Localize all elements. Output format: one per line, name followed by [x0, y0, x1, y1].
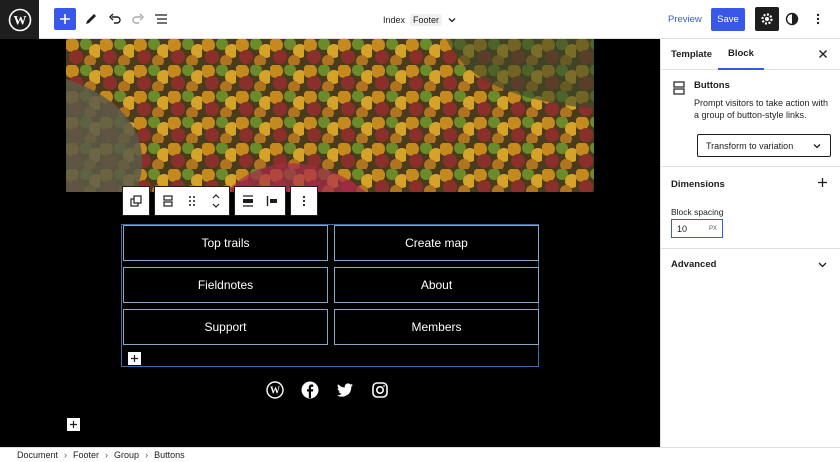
tools-button[interactable]	[80, 8, 102, 30]
more-vertical-icon[interactable]	[295, 192, 313, 210]
breadcrumb-buttons: Buttons	[154, 450, 185, 460]
facebook-icon[interactable]	[301, 381, 319, 399]
undo-icon	[109, 13, 121, 24]
site-button-top-trails[interactable]: Top trails	[123, 225, 328, 261]
spacing-unit[interactable]: PX	[709, 226, 717, 232]
breadcrumb-group[interactable]: Group	[114, 450, 139, 460]
site-button-support[interactable]: Support	[123, 309, 328, 345]
forest-image[interactable]	[66, 39, 594, 192]
svg-text:W: W	[270, 386, 280, 397]
breadcrumb-document[interactable]: Document	[17, 450, 58, 460]
chevron-down-icon	[813, 143, 821, 148]
advanced-toggle[interactable]	[817, 259, 828, 273]
justify-center-icon[interactable]	[239, 192, 257, 210]
block-alignment-group	[234, 186, 286, 216]
drag-handle-icon[interactable]	[183, 192, 201, 210]
divider	[661, 166, 840, 167]
chevron-down-icon	[448, 17, 456, 22]
wordpress-logo-icon[interactable]: W	[0, 0, 39, 39]
divider	[661, 248, 840, 249]
undo-button[interactable]	[104, 8, 126, 30]
top-toolbar: W Index Footer Preview Save	[0, 0, 840, 39]
redo-icon	[132, 13, 144, 24]
plus-icon	[70, 421, 77, 428]
settings-button[interactable]	[755, 7, 779, 31]
contrast-icon	[785, 12, 799, 26]
plus-icon	[131, 355, 138, 362]
transform-label: Transform to variation	[706, 140, 794, 151]
plus-icon	[60, 14, 70, 24]
twitter-icon[interactable]	[336, 381, 354, 399]
site-button-create-map[interactable]: Create map	[334, 225, 539, 261]
list-view-button[interactable]	[150, 8, 172, 30]
block-options-group	[290, 186, 318, 216]
add-block-inserter[interactable]	[67, 418, 80, 431]
spacing-value: 10	[677, 223, 688, 234]
buttons-block-icon[interactable]	[159, 192, 177, 210]
transform-variation-select[interactable]: Transform to variation	[697, 134, 831, 157]
wordpress-icon[interactable]: W	[266, 381, 284, 399]
more-vertical-icon	[816, 13, 820, 25]
buttons-block[interactable]: Top trails Create map Fieldnotes About S…	[121, 224, 539, 367]
redo-button[interactable]	[127, 8, 149, 30]
preview-button[interactable]: Preview	[664, 8, 706, 31]
justify-left-icon[interactable]	[263, 192, 281, 210]
save-button[interactable]: Save	[711, 8, 745, 31]
block-spacing-input[interactable]: 10 PX	[671, 219, 723, 238]
breadcrumb: Document › Footer › Group › Buttons	[0, 447, 840, 462]
block-toolbar	[122, 186, 318, 216]
styles-button[interactable]	[781, 8, 803, 30]
select-parent-button[interactable]	[127, 192, 145, 210]
block-mover-group	[154, 186, 230, 216]
block-parent-group	[122, 186, 150, 216]
doc-title-text: Index	[382, 14, 405, 25]
document-title[interactable]: Index Footer	[330, 0, 510, 39]
block-title: Buttons	[694, 80, 730, 91]
advanced-panel-title[interactable]: Advanced	[671, 259, 716, 270]
dimensions-options-button[interactable]	[817, 177, 828, 191]
instagram-icon[interactable]	[371, 381, 389, 399]
options-button[interactable]	[807, 8, 829, 30]
buttons-block-icon	[673, 81, 685, 98]
tab-block[interactable]: Block	[718, 39, 764, 70]
block-spacing-label: Block spacing	[671, 207, 724, 217]
site-button-about[interactable]: About	[334, 267, 539, 303]
svg-text:W: W	[13, 12, 26, 27]
pencil-icon	[86, 14, 96, 24]
site-button-members[interactable]: Members	[334, 309, 539, 345]
chevron-right-icon: ›	[105, 450, 109, 460]
chevron-right-icon: ›	[64, 450, 68, 460]
site-button-fieldnotes[interactable]: Fieldnotes	[123, 267, 328, 303]
duplicate-icon	[130, 195, 142, 207]
editor-canvas[interactable]: Top trails Create map Fieldnotes About S…	[0, 39, 660, 447]
close-sidebar-button[interactable]	[817, 48, 829, 63]
template-tag: Footer	[410, 13, 443, 26]
social-links: W	[266, 381, 389, 399]
move-up-down-icon[interactable]	[207, 192, 225, 210]
list-view-icon	[155, 14, 167, 24]
plus-icon	[818, 178, 827, 187]
settings-sidebar: Template Block Buttons Prompt visitors t…	[660, 39, 840, 447]
add-button-inserter[interactable]	[128, 352, 141, 365]
chevron-right-icon: ›	[145, 450, 149, 460]
tab-template[interactable]: Template	[671, 39, 712, 70]
sidebar-tabs: Template Block	[661, 39, 840, 70]
breadcrumb-footer[interactable]: Footer	[73, 450, 99, 460]
block-description: Prompt visitors to take action with a gr…	[694, 98, 829, 120]
add-block-button[interactable]	[54, 8, 76, 30]
close-icon	[819, 50, 827, 58]
dimensions-panel-title[interactable]: Dimensions	[671, 179, 725, 190]
gear-icon	[761, 13, 773, 25]
chevron-down-icon	[818, 262, 827, 268]
